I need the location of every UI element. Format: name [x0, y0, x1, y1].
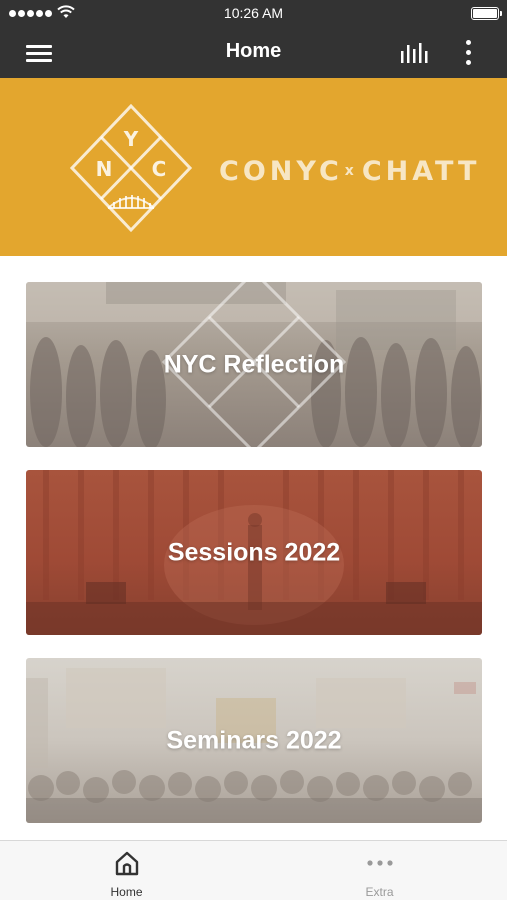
status-time: 10:26 AM	[223, 5, 284, 21]
card-title: Seminars 2022	[166, 726, 342, 754]
conyc-logo: Y N C	[70, 104, 192, 233]
tab-extra[interactable]: Extra	[253, 841, 506, 900]
more-options-button[interactable]	[456, 38, 480, 68]
tab-label: Extra	[365, 885, 394, 899]
card-seminars-2022[interactable]: Seminars 2022	[26, 658, 482, 823]
card-title: Sessions 2022	[167, 538, 341, 566]
tab-home[interactable]: Home	[0, 841, 253, 900]
wordmark-conyc: CONYC	[219, 155, 343, 187]
home-icon	[115, 851, 138, 876]
card-sessions-2022[interactable]: Sessions 2022	[26, 470, 482, 635]
battery-icon	[471, 7, 502, 20]
tab-label: Home	[110, 885, 143, 899]
logo-letter-n: N	[96, 157, 113, 181]
status-bar: 10:26 AM	[0, 0, 507, 28]
logo-letter-c: C	[152, 157, 167, 181]
wordmark-separator: x	[344, 163, 354, 179]
card-nyc-reflection[interactable]: NYC Reflection	[26, 282, 482, 447]
equalizer-icon	[401, 43, 428, 63]
banner-wordmark: CONYC x CHATT	[219, 151, 480, 191]
bottom-tab-bar: Home Extra	[0, 840, 507, 900]
header-banner: Y N C CONYC x CHATT	[0, 78, 507, 256]
app-bar: Home	[0, 28, 507, 78]
logo-letter-y: Y	[123, 127, 139, 151]
audio-bars-button[interactable]	[396, 40, 432, 66]
menu-button[interactable]	[20, 40, 58, 66]
more-horizontal-icon	[366, 860, 393, 866]
wordmark-chatt: CHATT	[361, 155, 481, 187]
card-title: NYC Reflection	[163, 350, 345, 378]
